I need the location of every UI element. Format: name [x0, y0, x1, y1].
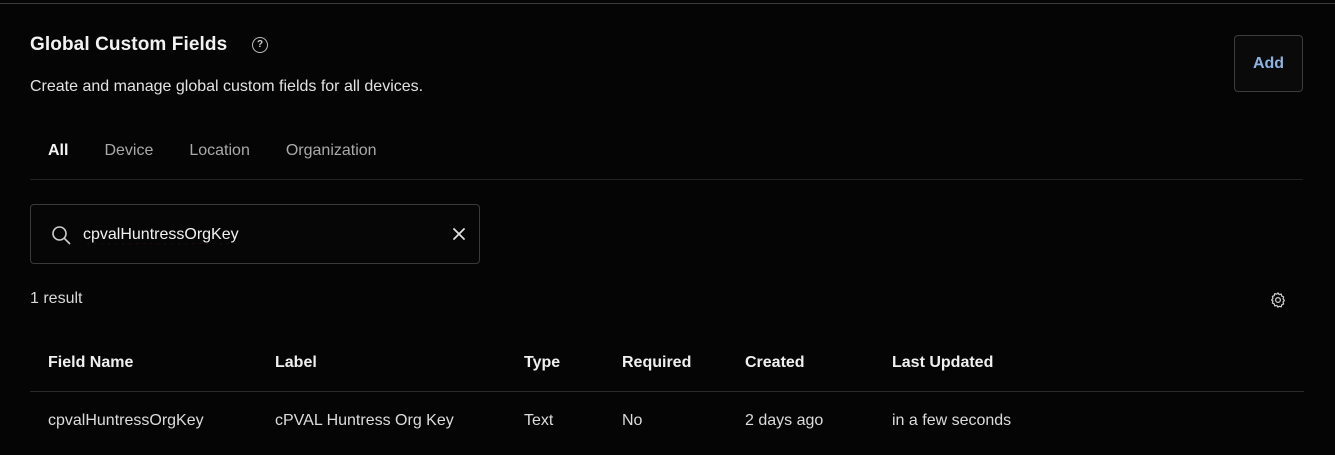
tab-device[interactable]: Device [86, 140, 171, 180]
column-header-type[interactable]: Type [524, 354, 560, 372]
page-title: Global Custom Fields [30, 34, 228, 55]
column-header-created[interactable]: Created [745, 354, 805, 372]
top-divider [0, 3, 1335, 4]
tab-all[interactable]: All [30, 140, 87, 180]
column-header-label[interactable]: Label [275, 354, 317, 372]
cell-required: No [622, 412, 643, 429]
add-button[interactable]: Add [1234, 35, 1303, 92]
question-circle-icon[interactable]: ? [252, 37, 268, 53]
tab-organization[interactable]: Organization [268, 140, 395, 180]
search-box [30, 204, 480, 264]
tab-bar: All Device Location Organization [30, 140, 395, 180]
search-input[interactable] [83, 223, 423, 247]
tabs-divider [30, 179, 1303, 180]
close-icon[interactable] [451, 226, 467, 242]
cell-last-updated: in a few seconds [892, 412, 1012, 429]
column-header-required[interactable]: Required [622, 354, 691, 372]
page-subtitle: Create and manage global custom fields f… [30, 78, 424, 95]
search-icon [52, 226, 71, 245]
cell-label: cPVAL Huntress Org Key [275, 412, 454, 429]
column-header-last-updated[interactable]: Last Updated [892, 354, 993, 372]
cell-field-name[interactable]: cpvalHuntressOrgKey [48, 412, 204, 430]
result-count: 1 result [30, 290, 83, 307]
gear-icon[interactable] [1269, 291, 1287, 309]
cell-type: Text [524, 412, 554, 429]
table-header-row: Field Name Label Type Required Created L… [30, 334, 1304, 392]
cell-created: 2 days ago [745, 412, 824, 429]
custom-fields-table: Field Name Label Type Required Created L… [30, 334, 1304, 429]
tab-location[interactable]: Location [171, 140, 268, 180]
column-header-field-name[interactable]: Field Name [48, 354, 133, 372]
